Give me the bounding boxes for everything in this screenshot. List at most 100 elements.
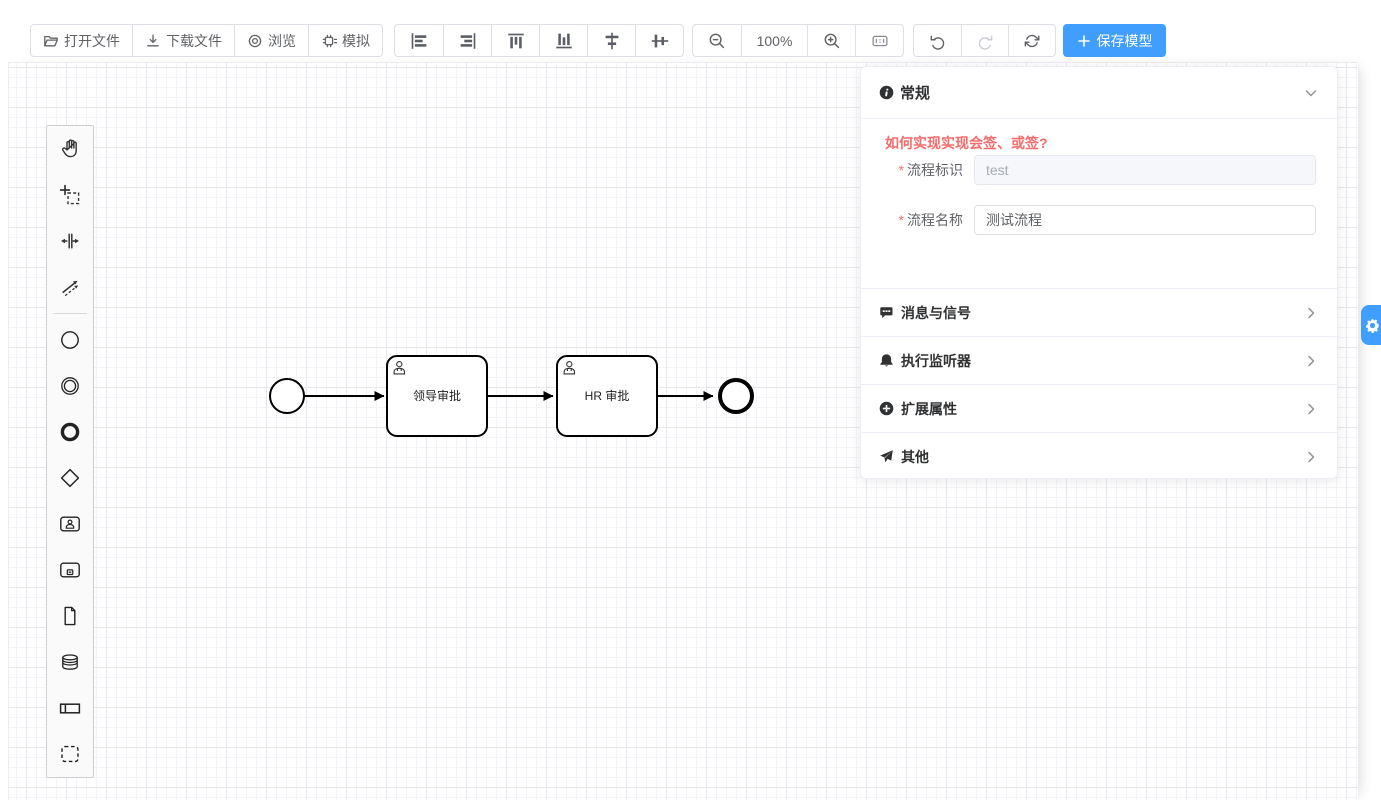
create-data-store[interactable] (47, 639, 93, 685)
align-middle-vertical-button[interactable] (635, 25, 683, 56)
align-right-button[interactable] (443, 25, 491, 56)
lasso-tool[interactable] (47, 172, 93, 218)
zoom-button-group: 100% (692, 24, 904, 57)
align-bottom-button[interactable] (539, 25, 587, 56)
create-start-event[interactable] (47, 317, 93, 363)
download-icon (145, 33, 161, 49)
space-tool-icon (58, 229, 82, 253)
align-right-icon (457, 30, 479, 52)
align-center-horizontal-icon (601, 30, 623, 52)
data-store-icon (58, 650, 82, 674)
process-id-input[interactable] (974, 155, 1316, 185)
user-task-node-1[interactable]: 领导审批 (387, 356, 487, 436)
zoom-out-icon (706, 30, 728, 52)
plus-circle-icon (879, 401, 894, 416)
hand-tool[interactable] (47, 126, 93, 172)
create-subprocess[interactable] (47, 547, 93, 593)
simulate-label: 模拟 (342, 31, 370, 51)
create-intermediate-event[interactable] (47, 363, 93, 409)
preview-button[interactable]: 浏览 (234, 25, 308, 56)
file-button-group: 打开文件 下载文件 浏览 模拟 (30, 24, 383, 57)
section-messages-signals[interactable]: 消息与信号 (861, 288, 1337, 336)
create-group[interactable] (47, 731, 93, 777)
section-title: 其他 (901, 447, 929, 467)
folder-open-icon (43, 33, 59, 49)
save-model-button[interactable]: 保存模型 (1063, 24, 1166, 57)
global-connect-tool[interactable] (47, 264, 93, 310)
bell-icon (879, 353, 894, 368)
section-extended-properties[interactable]: 扩展属性 (861, 384, 1337, 432)
align-center-horizontal-button[interactable] (587, 25, 635, 56)
chevron-right-icon (1303, 401, 1319, 417)
open-file-label: 打开文件 (64, 31, 120, 51)
bpmn-designer-app: 打开文件 下载文件 浏览 模拟 (0, 0, 1381, 800)
countersign-help-link[interactable]: 如何实现实现会签、或签? (885, 133, 1048, 153)
align-left-button[interactable] (395, 25, 443, 56)
section-general-title: 常规 (900, 82, 930, 103)
section-title-wrap: 扩展属性 (879, 399, 957, 419)
open-file-button[interactable]: 打开文件 (31, 25, 132, 56)
section-title-wrap: 执行监听器 (879, 351, 971, 371)
zoom-in-button[interactable] (807, 25, 855, 56)
zoom-reset-icon (869, 30, 891, 52)
section-execution-listeners[interactable]: 执行监听器 (861, 336, 1337, 384)
section-title-wrap: 其他 (879, 447, 929, 467)
space-tool[interactable] (47, 218, 93, 264)
create-data-object[interactable] (47, 593, 93, 639)
end-event-node[interactable] (720, 380, 752, 412)
general-form: 如何实现实现会签、或签? *流程标识 *流程名称 (861, 119, 1337, 288)
simulate-button[interactable]: 模拟 (308, 25, 382, 56)
required-asterisk: * (899, 212, 904, 228)
align-top-icon (505, 30, 527, 52)
zoom-level: 100% (741, 25, 807, 56)
chevron-right-icon (1303, 449, 1319, 465)
create-end-event[interactable] (47, 409, 93, 455)
align-button-group (394, 24, 684, 57)
lasso-icon (58, 183, 82, 207)
settings-tab-button[interactable] (1361, 305, 1381, 345)
align-top-button[interactable] (491, 25, 539, 56)
history-button-group (913, 24, 1056, 57)
info-icon (879, 85, 894, 100)
start-event-icon (58, 328, 82, 352)
subprocess-icon (58, 558, 82, 582)
intermediate-event-icon (58, 374, 82, 398)
start-event-node[interactable] (270, 379, 304, 413)
user-task-icon (58, 512, 82, 536)
zoom-reset-button[interactable] (855, 25, 903, 56)
undo-button[interactable] (914, 25, 961, 56)
connect-tool-icon (58, 275, 82, 299)
section-other[interactable]: 其他 (861, 432, 1337, 480)
send-icon (879, 449, 894, 464)
zoom-in-icon (821, 30, 843, 52)
restart-button[interactable] (1008, 25, 1055, 56)
redo-button[interactable] (961, 25, 1008, 56)
bpmn-palette (46, 125, 94, 778)
create-user-task[interactable] (47, 501, 93, 547)
gear-icon (1365, 318, 1380, 333)
align-bottom-icon (553, 30, 575, 52)
save-model-label: 保存模型 (1097, 31, 1153, 51)
palette-separator (53, 313, 87, 314)
process-name-label: *流程名称 (885, 210, 963, 230)
section-general-header[interactable]: 常规 (861, 67, 1337, 119)
process-name-input[interactable] (974, 205, 1316, 235)
zoom-out-button[interactable] (693, 25, 741, 56)
chevron-right-icon (1303, 305, 1319, 321)
chevron-right-icon (1303, 353, 1319, 369)
preview-label: 浏览 (268, 31, 296, 51)
align-middle-vertical-icon (649, 30, 671, 52)
create-gateway[interactable] (47, 455, 93, 501)
process-name-row: *流程名称 (885, 205, 1316, 235)
download-file-button[interactable]: 下载文件 (132, 25, 234, 56)
section-title: 扩展属性 (901, 399, 957, 419)
align-left-icon (408, 30, 430, 52)
user-task-node-2[interactable]: HR 审批 (557, 356, 657, 436)
restart-icon (1021, 30, 1043, 52)
section-title: 消息与信号 (901, 303, 971, 323)
message-icon (879, 305, 894, 320)
data-object-icon (58, 604, 82, 628)
download-file-label: 下载文件 (166, 31, 222, 51)
process-id-label: *流程标识 (885, 160, 963, 180)
create-participant[interactable] (47, 685, 93, 731)
